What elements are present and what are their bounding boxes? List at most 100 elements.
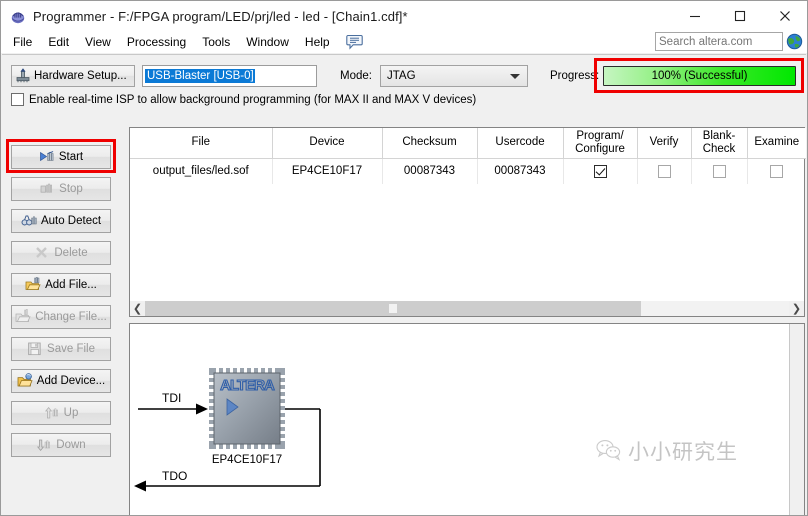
save-file-button[interactable]: Save File [11,337,111,361]
search-input[interactable] [655,32,783,51]
speech-bubble-icon[interactable] [345,34,364,50]
table-row[interactable]: output_files/led.sof EP4CE10F17 00087343… [130,158,806,184]
col-checksum[interactable]: Checksum [382,128,478,159]
col-file[interactable]: File [130,128,273,159]
globe-icon[interactable] [786,33,803,50]
hardware-icon [15,67,31,86]
isp-option-row[interactable]: Enable real-time ISP to allow background… [11,93,476,106]
search-area [655,32,803,51]
col-examine[interactable]: Examine [747,128,806,159]
tdo-label: TDO [162,469,187,483]
save-file-icon [27,341,43,357]
cell-examine[interactable] [747,158,806,184]
cell-blank-check[interactable] [691,158,748,184]
diagram-vertical-scrollbar[interactable] [789,324,804,515]
table-header-row: File Device Checksum Usercode Program/ C… [130,128,806,159]
device-table-panel: File Device Checksum Usercode Program/ C… [129,127,806,317]
cell-device: EP4CE10F17 [272,158,383,184]
change-file-icon [15,309,31,325]
chevron-right-icon[interactable]: ❯ [789,301,804,316]
menu-edit[interactable]: Edit [40,33,77,51]
mode-label: Mode: [340,70,372,82]
stop-label: Stop [59,183,83,195]
stop-button[interactable]: Stop [11,177,111,201]
col-verify[interactable]: Verify [637,128,692,159]
title-bar: Programmer - F:/FPGA program/LED/prj/led… [1,1,807,31]
cell-program-configure[interactable] [563,158,638,184]
hardware-setup-label: Hardware Setup... [34,70,127,82]
delete-button[interactable]: Delete [11,241,111,265]
col-blank-line2: Check [702,142,736,155]
col-blank-check[interactable]: Blank- Check [691,128,748,159]
scroll-thumb[interactable] [145,301,641,316]
col-program-line2: Configure [575,142,625,155]
programmer-icon [9,7,27,25]
start-label: Start [58,151,84,163]
menu-window[interactable]: Window [238,33,297,51]
col-blank-line1: Blank- [702,129,736,142]
examine-checkbox[interactable] [770,164,784,178]
add-device-label: Add Device... [36,375,106,387]
isp-checkbox[interactable] [11,93,24,106]
menu-view[interactable]: View [77,33,119,51]
change-file-button[interactable]: Change File... [11,305,111,329]
col-device[interactable]: Device [272,128,383,159]
menu-processing[interactable]: Processing [119,33,194,51]
close-button[interactable] [762,1,807,31]
chevron-left-icon[interactable]: ❮ [130,301,145,316]
svg-text:ALTERA: ALTERA [220,377,275,394]
move-up-button[interactable]: Up [11,401,111,425]
device-name-label: EP4CE10F17 [212,454,282,466]
add-file-button[interactable]: Add File... [11,273,111,297]
arrow-down-icon [36,437,52,453]
menu-file[interactable]: File [5,33,40,51]
delete-icon [34,245,50,261]
cell-verify[interactable] [637,158,692,184]
blank-check-checkbox[interactable] [712,164,726,178]
stop-icon [39,181,55,197]
action-button-column: Start Stop Auto Detect Delete Add File..… [1,114,125,515]
device-table: File Device Checksum Usercode Program/ C… [130,128,806,184]
verify-checkbox[interactable] [657,164,671,178]
add-file-label: Add File... [45,279,97,291]
col-usercode[interactable]: Usercode [477,128,564,159]
col-program-configure[interactable]: Program/ Configure [563,128,638,159]
mode-dropdown[interactable]: JTAG [380,65,528,87]
scroll-grip [388,304,397,313]
add-device-icon [17,373,33,389]
save-file-label: Save File [47,343,95,355]
move-up-label: Up [63,407,79,419]
hardware-field[interactable]: USB-Blaster [USB-0] [142,65,317,87]
auto-detect-icon [21,213,37,229]
progress-bar: 100% (Successful) [603,66,796,86]
col-program-line1: Program/ [576,129,624,142]
jtag-chain-diagram-panel: ALTERA TDI TDO EP4CE10F17 小小研究生 [129,323,805,515]
arrow-up-icon [44,405,60,421]
menu-tools[interactable]: Tools [194,33,238,51]
program-configure-checkbox[interactable] [593,164,607,178]
programmer-window: Programmer - F:/FPGA program/LED/prj/led… [0,0,808,516]
hardware-setup-button[interactable]: Hardware Setup... [11,65,135,87]
cell-usercode: 00087343 [477,158,564,184]
move-down-label: Down [56,439,86,451]
minimize-button[interactable] [672,1,717,31]
progress-value: 100% (Successful) [651,70,748,82]
menu-help[interactable]: Help [297,33,338,51]
window-title: Programmer - F:/FPGA program/LED/prj/led… [33,8,408,24]
auto-detect-button[interactable]: Auto Detect [11,209,111,233]
maximize-button[interactable] [717,1,762,31]
start-button[interactable]: Start [11,145,111,169]
table-horizontal-scrollbar[interactable]: ❮ ❯ [129,301,805,317]
isp-label: Enable real-time ISP to allow background… [29,93,477,106]
progress-label: Progress: [550,70,600,82]
cell-file: output_files/led.sof [130,158,273,184]
jtag-chain-diagram: ALTERA TDI TDO EP4CE10F17 [134,368,321,492]
window-controls [672,1,807,31]
add-device-button[interactable]: Add Device... [11,369,111,393]
scroll-track[interactable] [145,301,789,316]
toolbar-panel: Hardware Setup... USB-Blaster [USB-0] Mo… [2,54,806,112]
move-down-button[interactable]: Down [11,433,111,457]
delete-label: Delete [54,247,88,259]
chevron-down-icon [510,74,520,79]
tdi-label: TDI [162,391,181,405]
